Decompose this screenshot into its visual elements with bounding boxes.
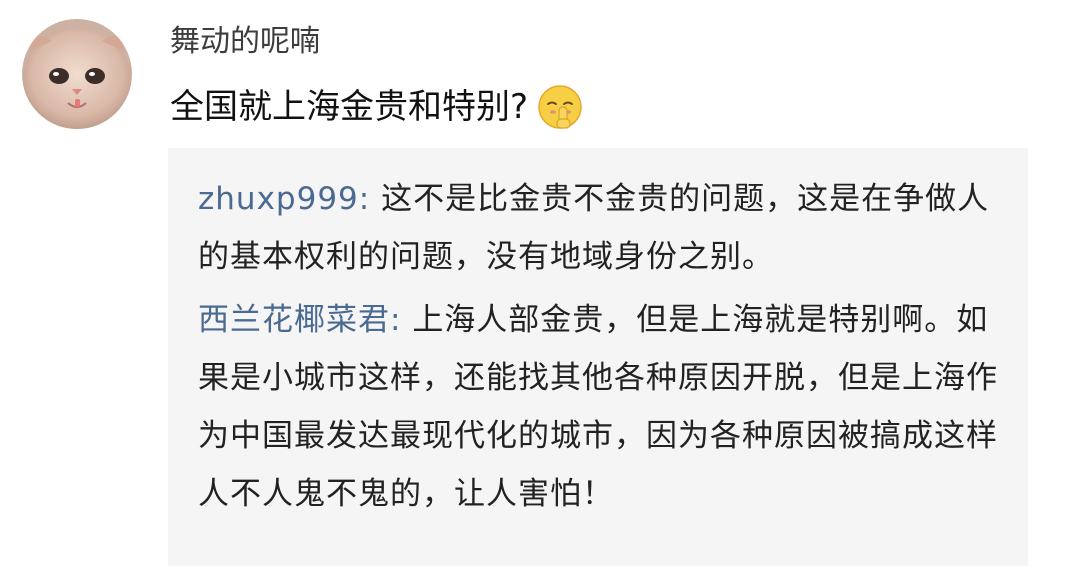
cat-avatar-icon [22, 19, 132, 129]
reply-colon: : [358, 181, 382, 217]
comment-thread: 舞动的呢喃 全国就上海金贵和特别? zhuxp999: 这不是比金贵不金贵的问题… [0, 0, 1067, 566]
comment-text: 全国就上海金贵和特别? [170, 87, 529, 127]
reply-item: zhuxp999: 这不是比金贵不金贵的问题，这是在争做人的基本权利的问题，没有… [198, 170, 1002, 286]
reply-item: 西兰花椰菜君: 上海人部金贵，但是上海就是特别啊。如果是小城市这样，还能找其他各… [198, 291, 1002, 523]
comment-content: 全国就上海金贵和特别? [170, 83, 584, 131]
reply-colon: : [390, 302, 413, 338]
reply-author[interactable]: zhuxp999 [198, 181, 359, 217]
avatar[interactable] [22, 19, 132, 129]
reply-box: zhuxp999: 这不是比金贵不金贵的问题，这是在争做人的基本权利的问题，没有… [168, 148, 1028, 566]
reply-author[interactable]: 西兰花椰菜君 [198, 302, 390, 338]
username[interactable]: 舞动的呢喃 [170, 22, 320, 62]
shush-emoji-icon [538, 85, 582, 129]
